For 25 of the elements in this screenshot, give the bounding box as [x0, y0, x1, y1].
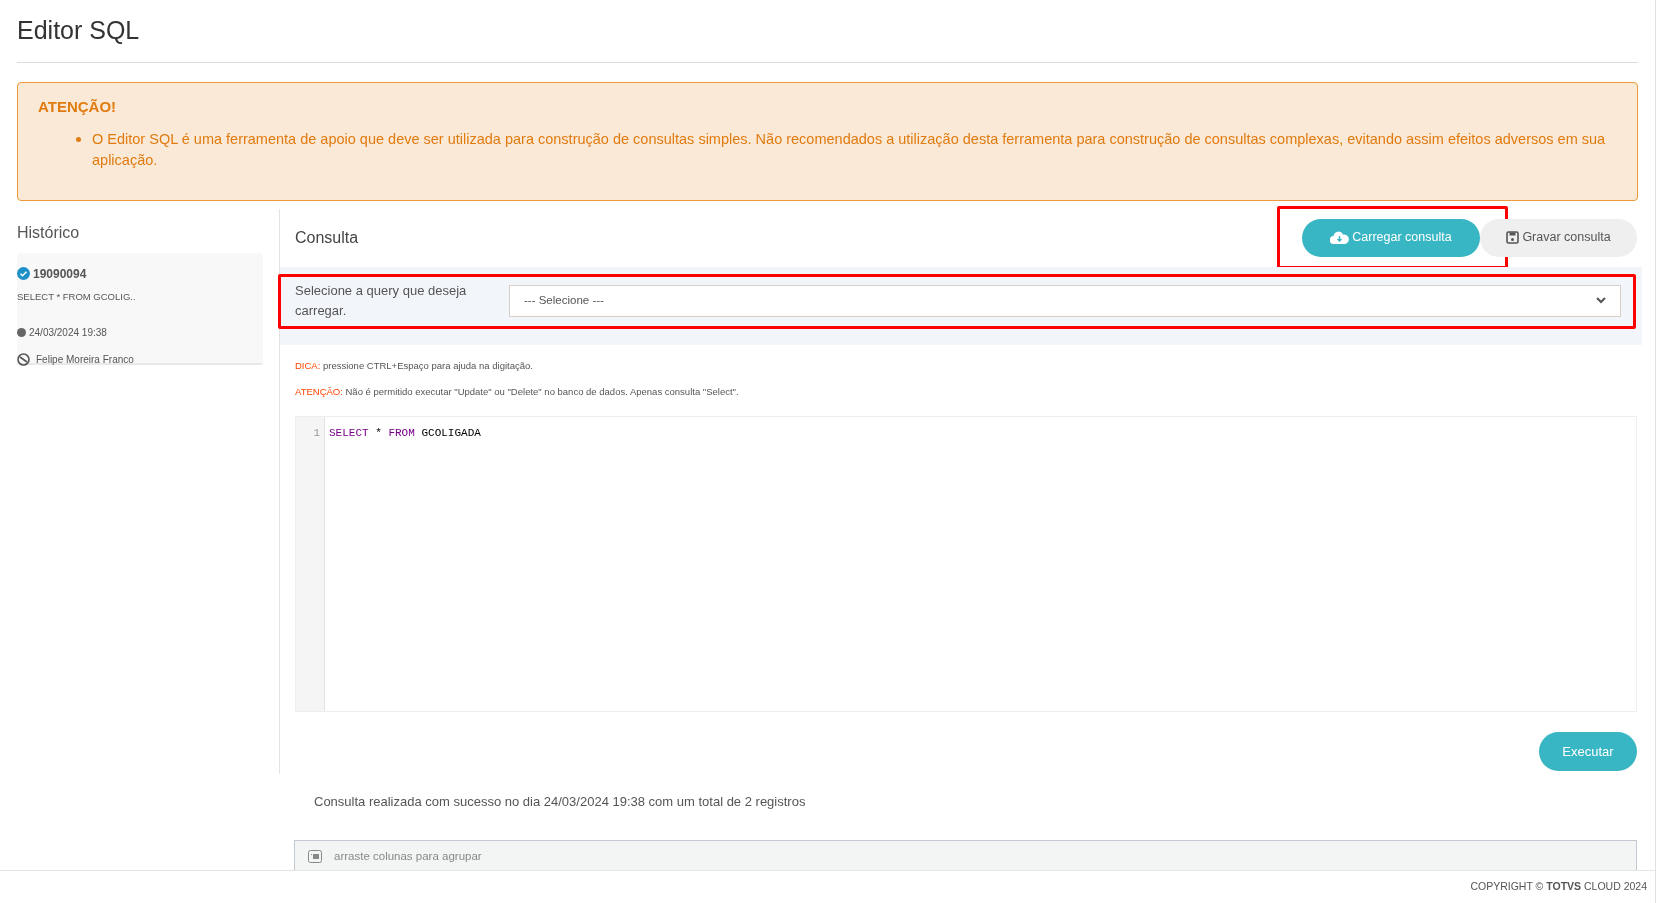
line-number: 1: [313, 426, 320, 441]
history-card[interactable]: 19090094 SELECT * FROM GCOLIG.. 24/03/2024 19:38 Felipe Moreira Franco: [17, 252, 263, 365]
query-date: 24/03/2024 19:38: [29, 325, 107, 340]
grid-icon: [308, 850, 322, 863]
check-circle-icon: [17, 267, 30, 280]
query-preview: SELECT * FROM GCOLIG..: [17, 289, 136, 304]
alert-message: O Editor SQL é uma ferramenta de apoio que deve ser utilizada para construção de consultas simples. Não recomendados a utilização desta ferramenta para construção de consultas complexas, evitando assim efeitos adversos em sua aplicação.: [92, 129, 1607, 170]
result-message: Consulta realizada com sucesso no dia 24/03/2024 19:38 com um total de 2 registros: [314, 793, 806, 809]
query-id: 19090094: [33, 265, 87, 283]
cloud-download-icon: [1330, 231, 1350, 244]
page-title: Editor SQL: [17, 15, 140, 46]
hint-text: ATENÇÃO: Não é permitido executar "Update" ou "Delete" no banco de dados. Apenas consulta "Select".: [295, 384, 740, 399]
section-title: Histórico: [17, 222, 80, 243]
query-select[interactable]: --- Selecione ---: [509, 284, 1621, 317]
hint-text: DICA: pressione CTRL+Espaço para ajuda na digitação.: [295, 358, 534, 373]
select-label: Selecione a query que deseja carregar.: [295, 281, 468, 320]
bullet-icon: [76, 136, 81, 142]
code-line: SELECT * FROM GCOLIGADA: [329, 427, 481, 439]
save-query-button[interactable]: Gravar consulta: [1480, 218, 1637, 257]
chevron-down-icon: [1596, 297, 1606, 304]
grid-group-header: arraste colunas para agrupar: [294, 839, 1637, 870]
section-title: Consulta: [295, 227, 359, 248]
user-name: Felipe Moreira Franco: [36, 352, 134, 367]
copyright-text: COPYRIGHT © TOTVS CLOUD 2024: [1470, 879, 1647, 895]
alert-title: ATENÇÃO!: [38, 96, 117, 117]
